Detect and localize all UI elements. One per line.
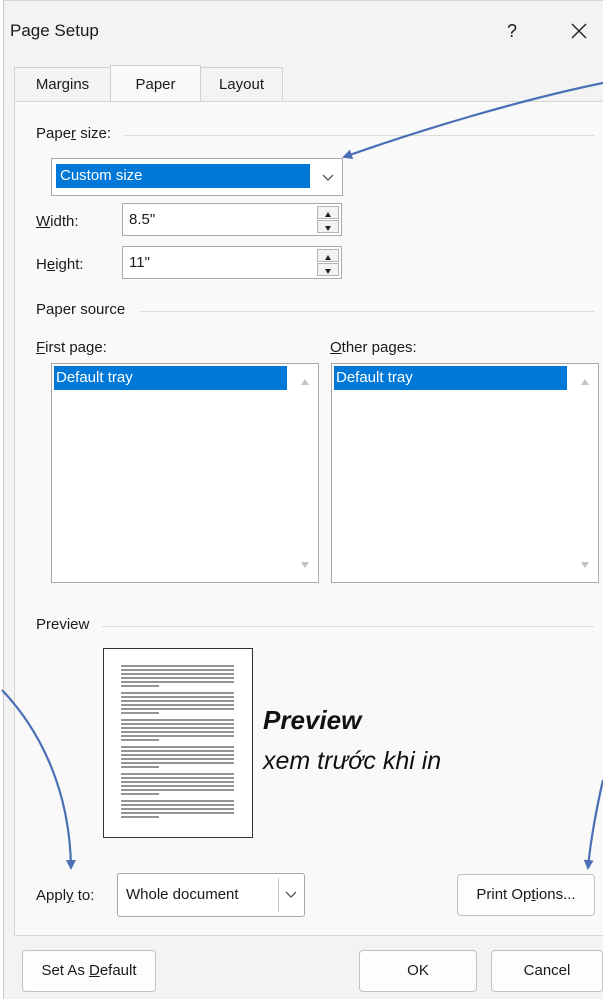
preview-divider	[102, 626, 594, 627]
dialog-title: Page Setup	[10, 21, 99, 40]
caret-down-icon	[325, 226, 331, 231]
tab-margins-label: Margins	[35, 76, 90, 93]
height-value: 11"	[129, 254, 150, 271]
height-spinner[interactable]: 11"	[122, 246, 342, 279]
preview-page-thumbnail	[103, 648, 253, 838]
title-bar: Page Setup ?	[4, 1, 603, 53]
preview-annotation-title: Preview	[263, 705, 362, 735]
help-icon: ?	[506, 21, 517, 41]
scroll-up-icon	[301, 379, 309, 568]
cancel-button[interactable]: Cancel	[491, 950, 603, 992]
caret-down-icon	[325, 269, 331, 274]
width-label: Width:	[36, 213, 79, 230]
paper-size-group-label: Paper size:	[36, 125, 112, 142]
tab-margins[interactable]: Margins	[14, 67, 111, 100]
height-increment-button[interactable]	[317, 249, 339, 262]
other-pages-item-default-tray[interactable]: Default tray	[334, 366, 567, 390]
height-spin-buttons	[317, 249, 339, 276]
tab-paper-label: Paper	[135, 76, 176, 93]
paper-source-divider	[140, 311, 594, 312]
other-pages-listbox[interactable]: Default tray	[331, 363, 599, 583]
paper-size-select[interactable]: Custom size	[51, 158, 343, 196]
help-button[interactable]: ?	[498, 17, 526, 45]
scroll-up-icon	[581, 379, 589, 568]
paper-size-divider	[124, 135, 594, 136]
width-spin-buttons	[317, 206, 339, 233]
apply-to-separator	[278, 878, 279, 912]
set-as-default-button[interactable]: Set As Default	[22, 950, 156, 992]
width-value: 8.5"	[129, 211, 156, 228]
first-page-label: First page:	[36, 339, 107, 356]
tab-layout[interactable]: Layout	[200, 67, 283, 100]
paper-size-selected: Custom size	[56, 164, 310, 188]
print-options-button[interactable]: Print Options...	[457, 874, 595, 916]
chevron-down-icon	[322, 174, 334, 181]
height-decrement-button[interactable]	[317, 263, 339, 276]
caret-up-icon	[325, 212, 331, 217]
close-icon	[571, 23, 587, 39]
first-page-listbox[interactable]: Default tray	[51, 363, 319, 583]
other-pages-label: Other pages:	[330, 339, 417, 356]
paper-source-group-label: Paper source	[36, 301, 126, 318]
first-page-item-default-tray[interactable]: Default tray	[54, 366, 287, 390]
page-setup-dialog: Page Setup ? Margins Paper Layout Paper …	[3, 0, 603, 999]
other-pages-scrollbar[interactable]	[572, 364, 598, 582]
width-increment-button[interactable]	[317, 206, 339, 219]
caret-up-icon	[325, 255, 331, 260]
tab-layout-label: Layout	[218, 76, 265, 93]
height-label: Height:	[36, 256, 84, 273]
ok-button[interactable]: OK	[359, 950, 477, 992]
width-spinner[interactable]: 8.5"	[122, 203, 342, 236]
width-decrement-button[interactable]	[317, 220, 339, 233]
first-page-scrollbar[interactable]	[292, 364, 318, 582]
preview-annotation-subtitle: xem trước khi in	[263, 747, 442, 775]
apply-to-label: Apply to:	[36, 887, 95, 904]
preview-group-label: Preview	[36, 616, 90, 633]
apply-to-select[interactable]: Whole document	[117, 873, 305, 917]
apply-to-selected: Whole document	[126, 886, 239, 903]
preview-page-lines	[121, 665, 234, 818]
close-button[interactable]	[564, 17, 594, 45]
chevron-down-icon	[285, 891, 297, 898]
tab-paper[interactable]: Paper	[110, 65, 201, 101]
